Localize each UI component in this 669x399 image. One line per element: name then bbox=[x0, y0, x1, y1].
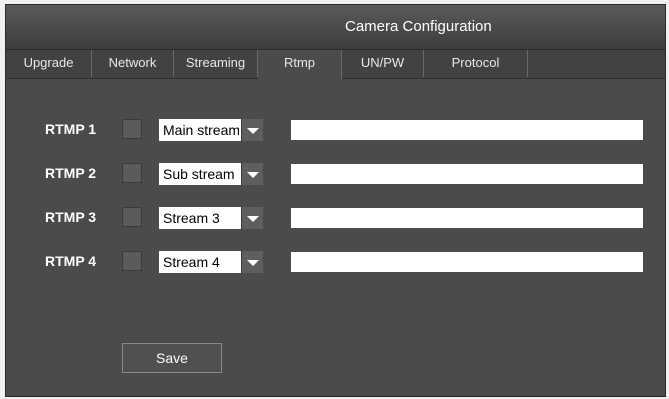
rtmp-3-stream-value: Stream 3 bbox=[163, 210, 220, 226]
tab-un-pw[interactable]: UN/PW bbox=[342, 50, 424, 77]
chevron-down-icon[interactable] bbox=[241, 163, 263, 185]
rtmp-2-stream-select[interactable]: Sub stream bbox=[159, 163, 263, 185]
rtmp-4-stream-select[interactable]: Stream 4 bbox=[159, 251, 263, 273]
rtmp-2-stream-value: Sub stream bbox=[163, 166, 235, 182]
rtmp-4-checkbox[interactable] bbox=[122, 251, 142, 271]
rtmp-2-url-input[interactable] bbox=[291, 164, 643, 184]
rtmp-3-checkbox[interactable] bbox=[122, 207, 142, 227]
tab-rtmp[interactable]: Rtmp bbox=[258, 50, 342, 79]
rtmp-2-label: RTMP 2 bbox=[45, 165, 97, 181]
save-button[interactable]: Save bbox=[122, 343, 222, 373]
chevron-down-icon[interactable] bbox=[241, 207, 263, 229]
rtmp-4-stream-value: Stream 4 bbox=[163, 254, 220, 270]
rtmp-2-checkbox[interactable] bbox=[122, 163, 142, 183]
rtmp-4-url-input[interactable] bbox=[291, 252, 643, 272]
tab-upgrade[interactable]: Upgrade bbox=[6, 50, 92, 77]
chevron-down-icon[interactable] bbox=[241, 119, 263, 141]
rtmp-1-stream-select[interactable]: Main stream bbox=[159, 119, 263, 141]
camera-config-window: Camera Configuration Upgrade Network Str… bbox=[5, 4, 666, 397]
rtmp-1-checkbox[interactable] bbox=[122, 119, 142, 139]
rtmp-3-stream-select[interactable]: Stream 3 bbox=[159, 207, 263, 229]
rtmp-4-label: RTMP 4 bbox=[45, 253, 97, 269]
chevron-down-icon[interactable] bbox=[241, 251, 263, 273]
tab-streaming[interactable]: Streaming bbox=[174, 50, 258, 77]
tab-protocol[interactable]: Protocol bbox=[424, 50, 528, 77]
rtmp-3-url-input[interactable] bbox=[291, 208, 643, 228]
title-bar: Camera Configuration bbox=[6, 5, 665, 50]
rtmp-3-label: RTMP 3 bbox=[45, 209, 97, 225]
rtmp-1-stream-value: Main stream bbox=[163, 122, 239, 138]
tab-bar: Upgrade Network Streaming Rtmp UN/PW Pro… bbox=[6, 50, 665, 79]
tab-network[interactable]: Network bbox=[92, 50, 174, 77]
window-title: Camera Configuration bbox=[345, 18, 492, 35]
rtmp-1-label: RTMP 1 bbox=[45, 121, 97, 137]
rtmp-1-url-input[interactable] bbox=[291, 120, 643, 140]
